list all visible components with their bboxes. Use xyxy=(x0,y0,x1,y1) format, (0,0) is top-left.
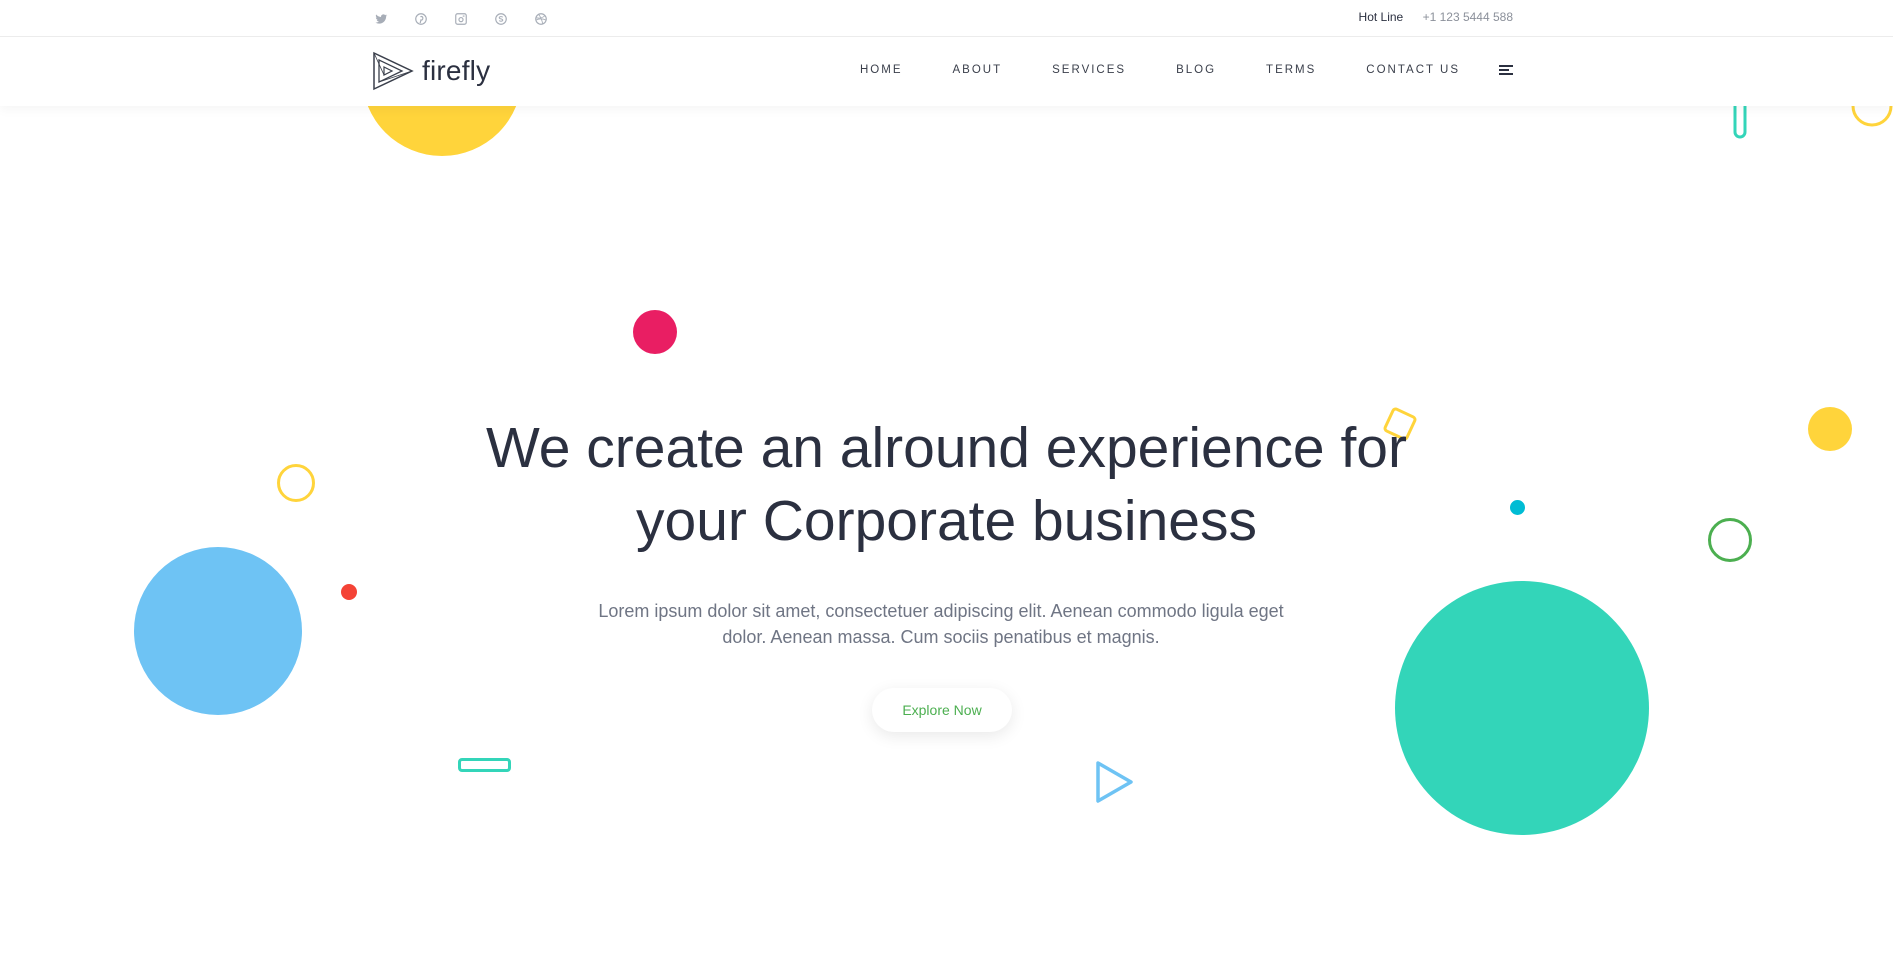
twitter-icon[interactable] xyxy=(372,9,390,27)
nav-contact-us[interactable]: CONTACT US xyxy=(1366,64,1460,76)
hotline: Hot Line +1 123 5444 588 xyxy=(1359,10,1513,24)
hero-title-line-1: We create an alround experience for xyxy=(486,416,1407,480)
hotline-label: Hot Line xyxy=(1358,10,1404,24)
skype-icon[interactable] xyxy=(492,9,510,27)
top-bar: Hot Line +1 123 5444 588 xyxy=(0,0,1893,37)
hero-subtitle-line-1: Lorem ipsum dolor sit amet, consectetuer… xyxy=(598,601,1284,621)
hotline-number[interactable]: +1 123 5444 588 xyxy=(1423,10,1513,24)
decor-blue-circle xyxy=(134,547,302,715)
instagram-icon[interactable] xyxy=(452,9,470,27)
decor-teal-bar xyxy=(458,758,511,772)
logo[interactable]: firefly xyxy=(372,51,490,91)
brand-name: firefly xyxy=(422,55,491,86)
decor-blue-play-triangle xyxy=(1096,761,1133,803)
decor-teal-circle xyxy=(1395,581,1649,835)
nav-terms[interactable]: TERMS xyxy=(1266,64,1316,76)
main-nav: HOME ABOUT SERVICES BLOG TERMS CONTACT U… xyxy=(810,64,1460,76)
social-links xyxy=(372,9,572,27)
hamburger-menu-icon[interactable] xyxy=(1499,65,1513,77)
dribbble-icon[interactable] xyxy=(532,9,550,27)
nav-blog[interactable]: BLOG xyxy=(1176,64,1216,76)
pinterest-icon[interactable] xyxy=(412,9,430,27)
nav-home[interactable]: HOME xyxy=(860,64,903,76)
hero-subtitle-line-2: dolor. Aenean massa. Cum sociis penatibu… xyxy=(722,627,1160,647)
hero-title: We create an alround experience for your… xyxy=(0,412,1893,558)
hero-subtitle: Lorem ipsum dolor sit amet, consectetuer… xyxy=(596,598,1286,650)
explore-now-button[interactable]: Explore Now xyxy=(872,688,1012,732)
nav-about[interactable]: ABOUT xyxy=(953,64,1003,76)
nav-services[interactable]: SERVICES xyxy=(1052,64,1126,76)
main-header: firefly HOME ABOUT SERVICES BLOG TERMS C… xyxy=(0,37,1893,106)
decor-red-dot xyxy=(341,584,357,600)
hero-title-line-2: your Corporate business xyxy=(636,489,1257,553)
logo-triangle-icon xyxy=(373,51,414,91)
decor-pink-dot xyxy=(633,310,677,354)
